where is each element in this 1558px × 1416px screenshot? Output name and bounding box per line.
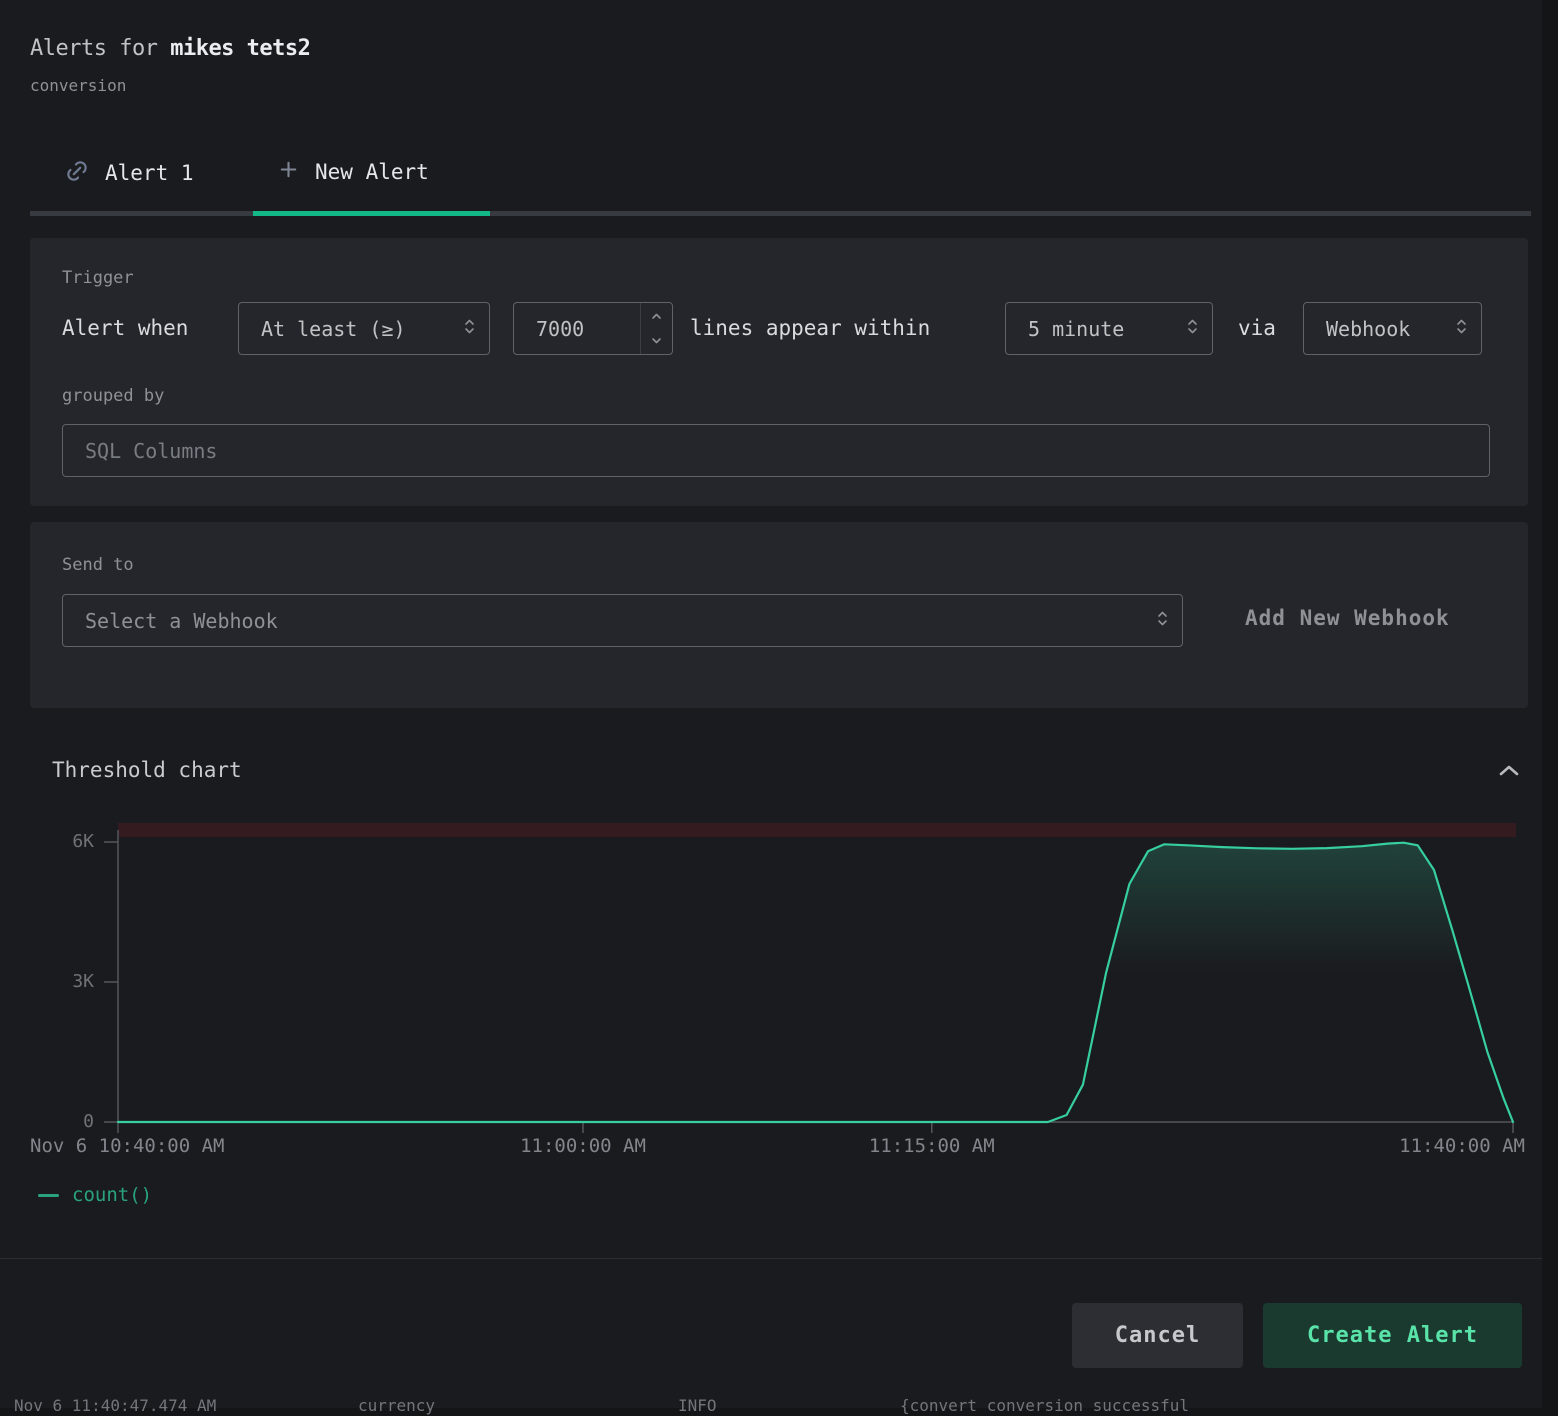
log-timestamp: Nov 6 11:40:47.474 AM xyxy=(14,1396,216,1415)
threshold-zone xyxy=(118,823,1516,837)
background-log-row: Nov 6 11:40:47.474 AM currency INFO {con… xyxy=(0,1396,1542,1416)
page-title-source-name: mikes tets2 xyxy=(170,36,310,61)
chevron-up-down-icon xyxy=(1155,608,1170,634)
alert-modal: Alerts for mikes tets2 conversion Alert … xyxy=(0,0,1542,1408)
tab-alert-1[interactable]: Alert 1 xyxy=(64,158,194,188)
x-axis-label: 11:00:00 AM xyxy=(520,1135,646,1157)
y-axis-label: 6K xyxy=(0,831,94,852)
threshold-chart-title: Threshold chart xyxy=(52,758,242,782)
trigger-section-label: Trigger xyxy=(62,268,134,288)
interval-select[interactable]: 5 minute xyxy=(1005,302,1213,355)
threshold-chart: 0 3K 6K Nov 6 10:40:00 AM 11:00:00 AM 11:15:0… xyxy=(0,815,1542,1165)
create-alert-button[interactable]: Create Alert xyxy=(1263,1303,1522,1368)
y-axis-label: 3K xyxy=(0,971,94,992)
chart-legend: count() xyxy=(38,1184,152,1206)
condition-select-value: At least (≥) xyxy=(261,317,406,341)
tab-alert-1-label: Alert 1 xyxy=(105,161,194,185)
cancel-button[interactable]: Cancel xyxy=(1072,1303,1243,1368)
plus-icon xyxy=(277,158,300,185)
log-level: INFO xyxy=(678,1396,717,1415)
page-subtitle: conversion xyxy=(30,76,126,95)
grouped-by-input[interactable] xyxy=(85,439,1489,463)
chevron-up-down-icon xyxy=(462,316,477,342)
threshold-spinner xyxy=(640,303,672,354)
grouped-by-label: grouped by xyxy=(62,386,164,406)
webhook-select[interactable]: Select a Webhook xyxy=(62,594,1183,647)
channel-select[interactable]: Webhook xyxy=(1303,302,1482,355)
chevron-up-down-icon xyxy=(1185,316,1200,342)
condition-select[interactable]: At least (≥) xyxy=(238,302,490,355)
footer-divider xyxy=(0,1258,1542,1259)
x-axis-label: Nov 6 10:40:00 AM xyxy=(30,1135,224,1157)
y-axis-label: 0 xyxy=(0,1111,94,1132)
log-message: {convert conversion successful xyxy=(900,1396,1189,1415)
chevron-up-down-icon xyxy=(1454,316,1469,342)
send-to-label: Send to xyxy=(62,555,134,575)
page-title: Alerts for mikes tets2 xyxy=(30,36,310,61)
trigger-panel: Trigger Alert when At least (≥) lines ap xyxy=(30,238,1528,506)
threshold-input[interactable] xyxy=(514,303,640,354)
chart-canvas xyxy=(0,815,1542,1165)
link-icon xyxy=(64,158,90,188)
via-text: via xyxy=(1238,302,1276,355)
spinner-increment-button[interactable] xyxy=(641,303,672,329)
alert-when-text: Alert when xyxy=(62,302,188,355)
spinner-decrement-button[interactable] xyxy=(641,329,672,355)
collapse-chart-button[interactable] xyxy=(1494,758,1524,786)
chevron-up-icon xyxy=(1495,771,1523,786)
x-axis-label: 11:40:00 AM xyxy=(1399,1135,1525,1157)
webhook-select-placeholder: Select a Webhook xyxy=(85,609,278,633)
channel-select-value: Webhook xyxy=(1326,317,1410,341)
tab-new-alert-label: New Alert xyxy=(315,160,429,184)
interval-select-value: 5 minute xyxy=(1028,317,1124,341)
add-new-webhook-button[interactable]: Add New Webhook xyxy=(1245,606,1450,630)
legend-line-swatch xyxy=(38,1194,59,1197)
tab-underline-active xyxy=(253,211,490,216)
grouped-by-input-wrap xyxy=(62,424,1490,477)
tab-new-alert[interactable]: New Alert xyxy=(277,158,429,185)
log-service: currency xyxy=(358,1396,435,1415)
threshold-input-group xyxy=(513,302,673,355)
page-title-prefix: Alerts for xyxy=(30,36,170,61)
x-axis-label: 11:15:00 AM xyxy=(869,1135,995,1157)
legend-series-label: count() xyxy=(72,1184,152,1206)
series-area xyxy=(118,843,1513,1122)
lines-appear-text: lines appear within xyxy=(690,302,930,355)
